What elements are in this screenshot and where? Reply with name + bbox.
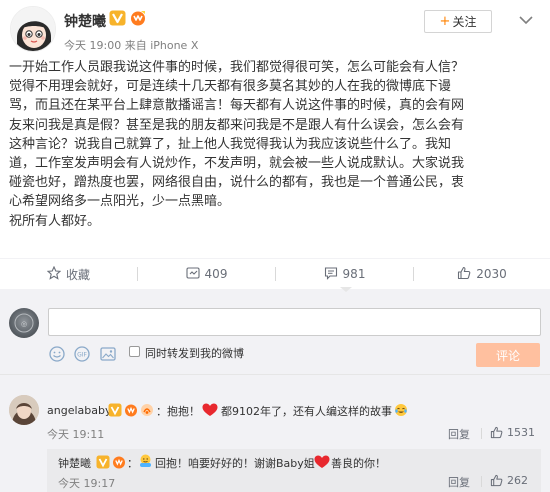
chevron-down-icon[interactable] (516, 12, 536, 26)
reply-text: 善良的你！ (331, 457, 386, 470)
reply-author-name[interactable]: 钟楚曦 (58, 455, 91, 471)
comment-like-count: 1531 (507, 426, 535, 439)
action-bar: 收藏 409 981 2030 (0, 259, 550, 289)
svg-text:GIF: GIF (77, 352, 87, 359)
divider (481, 476, 482, 487)
post-line: 觉得不用理会就好，可是连续十几天都有很多莫名其妙的人在我的微博底下谩 (9, 79, 452, 95)
commenter-name[interactable]: angelababy (47, 404, 111, 417)
comment-like-button[interactable]: 1531 (490, 426, 535, 439)
thumbs-up-icon (490, 474, 503, 487)
reply-button[interactable]: 回复 (448, 474, 470, 490)
verified-v-icon (109, 10, 126, 26)
reply-text: 回抱！咱要好好的！谢谢Baby姐 (155, 457, 315, 470)
favorite-label: 收藏 (65, 267, 90, 282)
comment-count: 981 (342, 267, 366, 281)
thumbs-up-icon (490, 426, 503, 439)
star-icon (46, 265, 66, 283)
post-line: 这种言论？说我自己就算了，扯上他人我觉得我认为我应该说些什么了。我知 (9, 136, 452, 152)
comment-text: ：抱抱！ (156, 405, 200, 418)
repost-button[interactable]: 409 (138, 259, 275, 289)
divider (481, 428, 482, 439)
post-line: 碰瓷也好，蹭热度也罢，网络很自由，说什么的都有，我也是一个普通公民，衷 (9, 175, 465, 191)
submit-comment-button[interactable]: 评论 (476, 343, 540, 367)
author-avatar[interactable] (10, 6, 56, 52)
active-tab-caret (340, 287, 352, 292)
comment-text: 都9102年了，还有人编这样的故事 (221, 405, 392, 418)
verified-v-icon (96, 454, 110, 469)
favorite-button[interactable]: 收藏 (0, 259, 137, 289)
plus-icon: + (439, 14, 451, 29)
repost-icon (185, 266, 205, 283)
emoji-icon[interactable] (48, 345, 66, 363)
comment-icon (324, 266, 343, 283)
post-body: 一开始工作人员跟我说这件事的时候，我们都觉得很可笑，怎么可能会有人信？ 觉得不用… (9, 58, 544, 231)
like-count: 2030 (476, 267, 507, 281)
post-line: 道，工作室发声明会有人说炒作，不发声明，就会被一些人说成默认。大家说我 (9, 156, 465, 172)
reply-text: ： (127, 457, 138, 470)
post-line: 骂，而且还在某平台上肆意散播谣言！每天都有人说这件事的时候，真的会有网 (9, 98, 465, 114)
also-repost-checkbox[interactable] (129, 346, 140, 357)
comment-time: 今天 19:11 (47, 428, 105, 441)
my-avatar[interactable]: ◎ (9, 308, 39, 338)
vip-member-icon (129, 10, 147, 26)
reply-button[interactable]: 回复 (448, 426, 470, 442)
svg-text:◎: ◎ (21, 320, 27, 328)
comment-input[interactable] (48, 308, 541, 336)
reply-time: 今天 19:17 (58, 477, 116, 490)
vip-member-icon (124, 402, 138, 417)
reply-like-button[interactable]: 262 (490, 474, 528, 487)
like-button[interactable]: 2030 (414, 259, 550, 289)
heart-icon (202, 402, 218, 416)
reply-like-count: 262 (507, 474, 528, 487)
fan-badge-icon (140, 402, 154, 416)
post-line: 祝所有人都好。 (9, 213, 101, 229)
vip-member-icon (112, 454, 126, 469)
post-line: 友来问我是真是假？甚至是我的朋友都来问我是不是跟人有什么误会，怎么会有 (9, 117, 465, 133)
post-header: 钟楚曦 今天 19:00 来自 iPhone X + 关注 (0, 0, 550, 56)
hug-emoji-icon (138, 453, 152, 467)
verified-v-icon (108, 402, 122, 417)
follow-label: 关注 (452, 15, 477, 29)
heart-icon (314, 454, 330, 468)
image-icon[interactable] (99, 345, 117, 363)
repost-count: 409 (204, 267, 228, 281)
also-repost-label: 同时转发到我的微博 (145, 347, 244, 360)
follow-button[interactable]: + 关注 (424, 10, 492, 33)
laugh-cry-emoji-icon (394, 402, 408, 416)
gif-icon[interactable]: GIF (73, 345, 91, 363)
author-name[interactable]: 钟楚曦 (64, 11, 106, 31)
post-meta: 今天 19:00 来自 iPhone X (64, 39, 199, 52)
post-line: 心希望网络多一点阳光，少一点黑暗。 (9, 194, 231, 210)
commenter-avatar[interactable] (9, 395, 39, 425)
comment-button[interactable]: 981 (276, 259, 413, 289)
divider (0, 374, 550, 375)
post-line: 一开始工作人员跟我说这件事的时候，我们都觉得很可笑，怎么可能会有人信？ (9, 60, 465, 75)
thumbs-up-icon (457, 266, 476, 283)
